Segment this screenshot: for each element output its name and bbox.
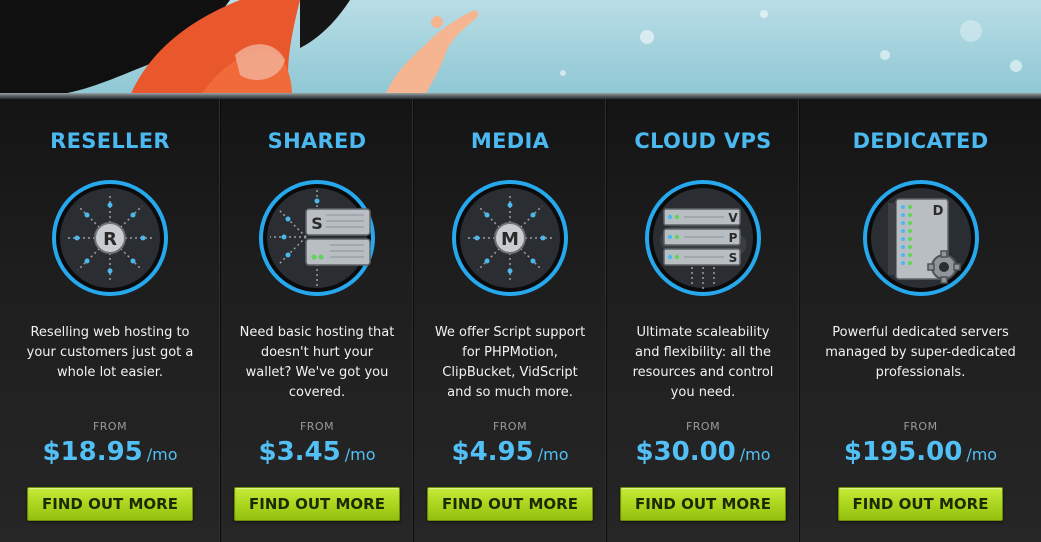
dedicated-find-out-more-button[interactable]: FIND OUT MORE — [837, 487, 1004, 521]
svg-text:P: P — [729, 231, 738, 245]
plan-description: Ultimate scaleability and flexibility: a… — [632, 325, 774, 400]
plan-price: $195.00/mo — [800, 437, 1041, 467]
svg-text:D: D — [932, 204, 943, 219]
price-amount: $4.95 — [451, 437, 534, 467]
price-amount: $30.00 — [635, 437, 736, 467]
price-unit: /mo — [739, 445, 771, 464]
shared-server-icon: S — [259, 180, 375, 296]
plan-title: SHARED — [267, 129, 367, 153]
plan-shared: SHARED S Need basic hosting that doesn't… — [221, 99, 414, 542]
plan-price: $4.95/mo — [414, 437, 606, 467]
hero-banner — [0, 0, 1041, 96]
svg-text:R: R — [103, 229, 117, 250]
price-amount: $3.45 — [258, 437, 341, 467]
plan-description: Reselling web hosting to your customers … — [26, 325, 194, 380]
cloud-vps-find-out-more-button[interactable]: FIND OUT MORE — [620, 487, 786, 521]
price-amount: $195.00 — [843, 437, 963, 467]
plan-price: $18.95/mo — [0, 437, 220, 467]
dedicated-server-icon: D — [862, 180, 979, 296]
plan-description: Need basic hosting that doesn't hurt you… — [239, 325, 395, 400]
plan-title: RESELLER — [50, 129, 170, 153]
svg-text:V: V — [728, 211, 738, 225]
plan-cloud-vps: CLOUD VPS V P S Ultimate scaleability an… — [607, 99, 800, 542]
price-from-label: FROM — [685, 420, 721, 433]
price-from-label: FROM — [92, 420, 128, 433]
hosting-plans: RESELLER R Reselling web hosting to your… — [0, 99, 1041, 542]
price-unit: /mo — [966, 445, 998, 464]
reseller-server-icon: R — [52, 180, 168, 296]
plan-description: We offer Script support for PHPMotion, C… — [434, 325, 586, 400]
price-unit: /mo — [344, 445, 376, 464]
plan-reseller: RESELLER R Reselling web hosting to your… — [0, 99, 221, 542]
svg-text:M: M — [501, 229, 519, 250]
plan-title: CLOUD VPS — [634, 129, 772, 153]
media-find-out-more-button[interactable]: FIND OUT MORE — [427, 487, 593, 521]
svg-text:S: S — [729, 251, 738, 265]
svg-text:S: S — [311, 214, 323, 233]
plan-title: MEDIA — [470, 129, 550, 153]
cloud-vps-server-icon: V P S — [645, 180, 761, 296]
plan-dedicated: DEDICATED D Powerful dedicated servers m… — [800, 99, 1041, 542]
price-from-label: FROM — [903, 420, 938, 433]
reseller-find-out-more-button[interactable]: FIND OUT MORE — [27, 487, 193, 521]
hero-illustration — [0, 0, 479, 96]
plan-title: DEDICATED — [852, 129, 989, 153]
plan-description: Powerful dedicated servers managed by su… — [825, 325, 1016, 380]
media-server-icon: M — [452, 180, 568, 296]
plan-price: $3.45/mo — [221, 437, 413, 467]
plan-media: MEDIA M We offer Script support for PHPM… — [414, 99, 607, 542]
price-unit: /mo — [537, 445, 569, 464]
price-amount: $18.95 — [42, 437, 143, 467]
price-from-label: FROM — [299, 420, 335, 433]
plan-price: $30.00/mo — [607, 437, 799, 467]
price-unit: /mo — [146, 445, 178, 464]
shared-find-out-more-button[interactable]: FIND OUT MORE — [234, 487, 400, 521]
price-from-label: FROM — [492, 420, 528, 433]
